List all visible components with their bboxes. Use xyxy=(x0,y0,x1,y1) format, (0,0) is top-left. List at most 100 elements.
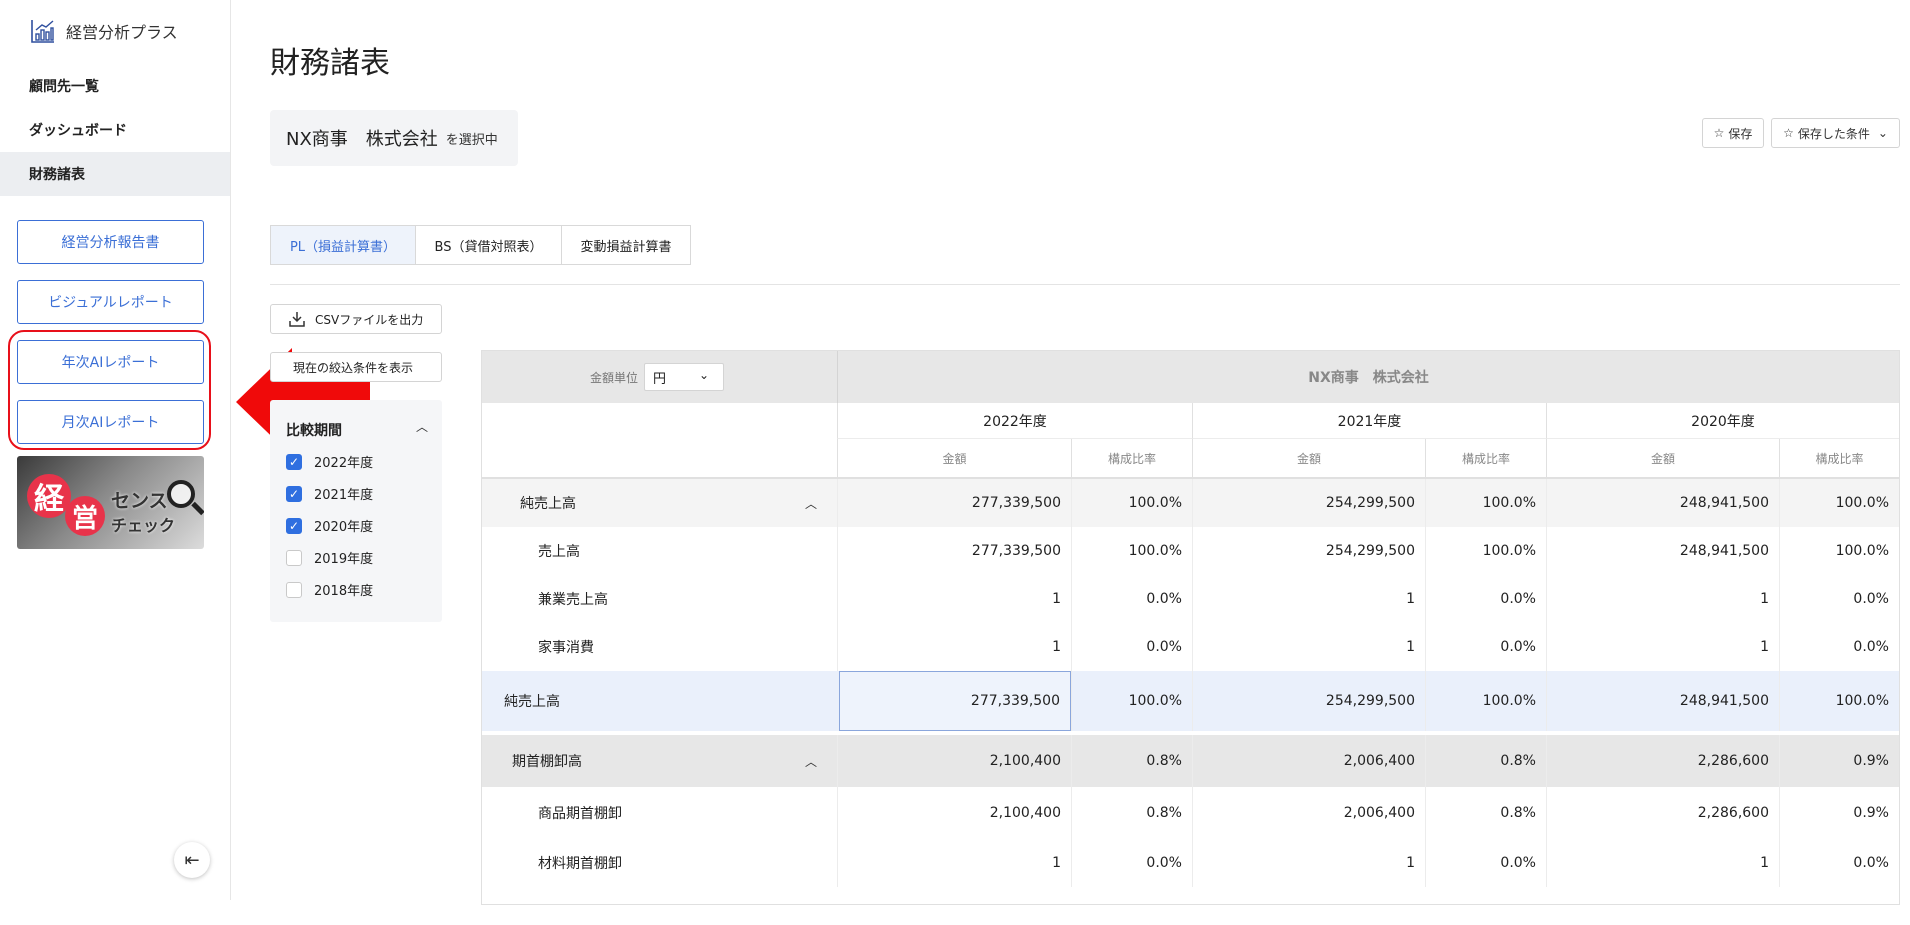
amount-cell[interactable]: 277,339,500 xyxy=(839,671,1071,731)
amount-cell[interactable]: 254,299,500 xyxy=(1192,479,1425,527)
ratio-cell[interactable]: 0.0% xyxy=(1071,839,1192,887)
period-title: 比較期間 xyxy=(286,423,342,439)
amount-cell[interactable]: 2,006,400 xyxy=(1192,787,1425,839)
period-option-2020[interactable]: ✓ 2020年度 xyxy=(286,516,373,535)
row-label-text: 兼業売上高 xyxy=(538,592,608,608)
amount-cell[interactable]: 1 xyxy=(1546,839,1779,887)
ratio-cell[interactable]: 100.0% xyxy=(1071,527,1192,575)
ratio-cell[interactable]: 0.8% xyxy=(1071,787,1192,839)
checkbox-unchecked-icon[interactable] xyxy=(286,549,302,566)
period-option-2022[interactable]: ✓ 2022年度 xyxy=(286,452,373,471)
table-row[interactable]: 期首棚卸高 ︿ 2,100,400 0.8% 2,006,400 0.8% 2,286,60… xyxy=(482,735,1899,787)
csv-export-button[interactable]: CSVファイルを出力 xyxy=(270,304,442,334)
app-title: 経営分析プラス xyxy=(66,23,178,42)
ratio-cell[interactable]: 100.0% xyxy=(1071,671,1192,731)
amount-cell[interactable]: 248,941,500 xyxy=(1546,479,1779,527)
ratio-cell[interactable]: 100.0% xyxy=(1779,671,1899,731)
ratio-cell[interactable]: 0.9% xyxy=(1779,735,1899,787)
ratio-cell[interactable]: 100.0% xyxy=(1425,527,1546,575)
statement-tabs: PL（損益計算書） BS（貸借対照表） 変動損益計算書 xyxy=(270,225,691,265)
table-row[interactable]: 兼業売上高 1 0.0% 1 0.0% 1 0.0% xyxy=(482,575,1899,623)
amount-cell[interactable]: 2,286,600 xyxy=(1546,787,1779,839)
amount-cell[interactable]: 277,339,500 xyxy=(837,479,1071,527)
period-option-2018[interactable]: 2018年度 xyxy=(286,580,373,599)
saved-conditions-label: 保存した条件 xyxy=(1797,126,1870,141)
sidebar-item-dashboard[interactable]: ダッシュボード xyxy=(0,108,230,152)
ratio-cell[interactable]: 100.0% xyxy=(1425,479,1546,527)
ratio-cell[interactable]: 100.0% xyxy=(1425,671,1546,731)
amount-cell[interactable]: 277,339,500 xyxy=(837,527,1071,575)
checkbox-checked-icon[interactable]: ✓ xyxy=(286,453,302,470)
amount-cell[interactable]: 254,299,500 xyxy=(1192,671,1425,731)
ratio-cell[interactable]: 100.0% xyxy=(1779,479,1899,527)
sidebar-item-financial-statements[interactable]: 財務諸表 xyxy=(0,152,230,196)
ratio-cell[interactable]: 0.0% xyxy=(1779,575,1899,623)
table-row[interactable]: 純売上高 277,339,500 100.0% 254,299,500 100.0% 24… xyxy=(482,671,1899,731)
table-row[interactable]: 材料期首棚卸 1 0.0% 1 0.0% 1 0.0% xyxy=(482,839,1899,887)
table-header-top: 金額単位 円 ⌄ NX商事 株式会社 xyxy=(482,351,1899,403)
ratio-cell[interactable]: 0.0% xyxy=(1071,623,1192,671)
amount-cell[interactable]: 248,941,500 xyxy=(1546,671,1779,731)
amount-cell[interactable]: 1 xyxy=(837,623,1071,671)
amount-cell[interactable]: 254,299,500 xyxy=(1192,527,1425,575)
amount-cell[interactable]: 1 xyxy=(1192,839,1425,887)
banner-ei: 営 xyxy=(65,496,105,536)
ratio-cell[interactable]: 100.0% xyxy=(1071,479,1192,527)
selected-company[interactable]: NX商事 株式会社 を選択中 xyxy=(270,110,518,166)
sense-check-banner[interactable]: 経 営 センス チェック xyxy=(17,456,204,549)
ratio-cell[interactable]: 0.8% xyxy=(1425,787,1546,839)
table-row[interactable]: 純売上高 ︿ 277,339,500 100.0% 254,299,500 100.0% 2… xyxy=(482,479,1899,527)
amount-cell[interactable]: 2,286,600 xyxy=(1546,735,1779,787)
save-button[interactable]: ☆ 保存 xyxy=(1702,118,1764,148)
ratio-cell[interactable]: 0.0% xyxy=(1779,623,1899,671)
ratio-cell[interactable]: 0.0% xyxy=(1779,839,1899,887)
management-report-button[interactable]: 経営分析報告書 xyxy=(17,220,204,264)
chevron-up-icon[interactable]: ︿ xyxy=(805,753,817,770)
amount-cell[interactable]: 2,006,400 xyxy=(1192,735,1425,787)
sidebar-item-clients[interactable]: 顧問先一覧 xyxy=(0,64,230,108)
chevron-up-icon[interactable]: ︿ xyxy=(805,495,817,512)
unit-value: 円 xyxy=(653,371,667,387)
ratio-cell[interactable]: 0.9% xyxy=(1779,787,1899,839)
collapse-left-icon[interactable]: ⇤ xyxy=(174,842,210,878)
tab-bs[interactable]: BS（貸借対照表） xyxy=(415,225,562,265)
amount-cell[interactable]: 2,100,400 xyxy=(837,787,1071,839)
amount-cell[interactable]: 1 xyxy=(837,839,1071,887)
chevron-up-icon[interactable]: ︿ xyxy=(416,418,428,435)
amount-cell[interactable]: 1 xyxy=(1192,623,1425,671)
checkbox-unchecked-icon[interactable] xyxy=(286,581,302,598)
amount-cell[interactable]: 2,100,400 xyxy=(837,735,1071,787)
row-label-text: 純売上高 xyxy=(504,694,560,710)
table-row[interactable]: 売上高 277,339,500 100.0% 254,299,500 100.0% 248… xyxy=(482,527,1899,575)
amount-cell[interactable]: 1 xyxy=(1546,623,1779,671)
show-filter-button[interactable]: 現在の絞込条件を表示 xyxy=(270,352,442,382)
ratio-cell[interactable]: 0.8% xyxy=(1425,735,1546,787)
page-title: 財務諸表 xyxy=(270,46,390,81)
ratio-cell[interactable]: 0.0% xyxy=(1071,575,1192,623)
amount-cell[interactable]: 1 xyxy=(837,575,1071,623)
table-row[interactable]: 家事消費 1 0.0% 1 0.0% 1 0.0% xyxy=(482,623,1899,671)
amount-cell[interactable]: 248,941,500 xyxy=(1546,527,1779,575)
unit-label: 金額単位 xyxy=(590,371,639,385)
row-label-text: 家事消費 xyxy=(538,640,594,656)
app-logo[interactable]: 経営分析プラス xyxy=(30,18,178,44)
amount-cell[interactable]: 1 xyxy=(1192,575,1425,623)
table-row[interactable]: 商品期首棚卸 2,100,400 0.8% 2,006,400 0.8% 2,286,60… xyxy=(482,787,1899,839)
ratio-cell[interactable]: 100.0% xyxy=(1779,527,1899,575)
period-option-2021[interactable]: ✓ 2021年度 xyxy=(286,484,373,503)
ratio-cell[interactable]: 0.0% xyxy=(1425,839,1546,887)
checkbox-checked-icon[interactable]: ✓ xyxy=(286,517,302,534)
visual-report-button[interactable]: ビジュアルレポート xyxy=(17,280,204,324)
checkbox-checked-icon[interactable]: ✓ xyxy=(286,485,302,502)
amount-cell[interactable]: 1 xyxy=(1546,575,1779,623)
tab-variable-pl[interactable]: 変動損益計算書 xyxy=(561,225,691,265)
tab-pl[interactable]: PL（損益計算書） xyxy=(270,225,416,265)
period-option-2019[interactable]: 2019年度 xyxy=(286,548,373,567)
saved-conditions-button[interactable]: ☆ 保存した条件 ⌄ xyxy=(1771,118,1900,148)
row-label-text: 売上高 xyxy=(538,544,580,560)
unit-select[interactable]: 円 ⌄ xyxy=(644,363,724,391)
year-header: 2021年度 xyxy=(1192,403,1546,439)
ratio-cell[interactable]: 0.8% xyxy=(1071,735,1192,787)
ratio-cell[interactable]: 0.0% xyxy=(1425,575,1546,623)
ratio-cell[interactable]: 0.0% xyxy=(1425,623,1546,671)
